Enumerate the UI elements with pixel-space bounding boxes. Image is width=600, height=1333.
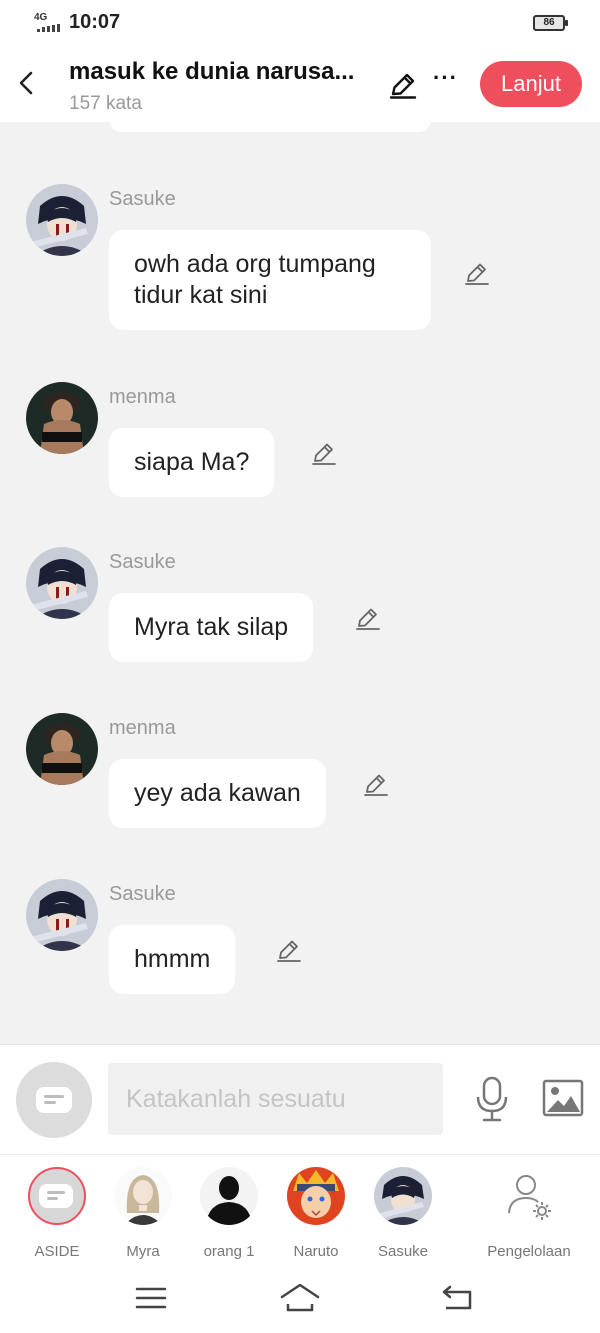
menu-button[interactable] — [131, 1280, 171, 1316]
system-nav-bar — [0, 1264, 600, 1333]
pencil-icon — [277, 940, 301, 962]
status-bar: 4G 10:07 86 — [0, 0, 600, 46]
avatar-sasuke[interactable] — [26, 184, 98, 256]
speaker-name: menma — [109, 386, 176, 408]
back-button[interactable] — [14, 66, 42, 100]
avatar-menma[interactable] — [26, 382, 98, 454]
speaker-name: Sasuke — [109, 883, 176, 905]
speaker-name: Sasuke — [109, 188, 176, 210]
signal-icon — [37, 24, 61, 32]
speaker-name: Sasuke — [109, 551, 176, 573]
pencil-icon — [312, 443, 336, 465]
myra-avatar — [114, 1167, 172, 1225]
home-button[interactable] — [280, 1280, 320, 1316]
next-button[interactable]: Lanjut — [480, 61, 582, 107]
aside-toggle-button[interactable] — [16, 1062, 92, 1138]
pencil-icon — [465, 263, 489, 285]
character-label: Sasuke — [377, 1243, 429, 1260]
manage-button[interactable]: Pengelolaan — [480, 1165, 578, 1260]
edit-title-button[interactable] — [388, 70, 418, 100]
network-type: 4G — [34, 12, 48, 23]
message-bubble-partial — [109, 122, 431, 132]
character-label: orang 1 — [203, 1243, 255, 1260]
page-title: masuk ke dunia narusa... — [69, 58, 355, 85]
message-bubble[interactable]: hmmm — [109, 925, 236, 994]
message-input[interactable] — [108, 1063, 443, 1135]
sasuke-avatar — [374, 1167, 432, 1225]
message-bubble[interactable]: yey ada kawan — [109, 759, 326, 828]
character-label: Pengelolaan — [487, 1243, 571, 1260]
character-label: ASIDE — [34, 1243, 80, 1260]
speaker-name: menma — [109, 717, 176, 739]
chat-area[interactable]: Sasuke owh ada org tumpang tidur kat sin… — [0, 122, 600, 1044]
pencil-icon — [356, 608, 380, 630]
character-aside[interactable]: ASIDE — [12, 1165, 102, 1260]
back-icon — [19, 71, 33, 95]
character-naruto[interactable]: Naruto — [271, 1165, 361, 1260]
menma-avatar-image — [26, 713, 98, 785]
edit-message-button[interactable] — [310, 439, 338, 467]
edit-message-button[interactable] — [362, 770, 390, 798]
edit-message-button[interactable] — [463, 259, 491, 287]
status-time: 10:07 — [69, 11, 121, 33]
word-count: 157 kata — [69, 93, 142, 114]
naruto-avatar — [287, 1167, 345, 1225]
character-label: Myra — [126, 1243, 160, 1260]
more-icon: ··· — [433, 65, 458, 90]
character-orang-1[interactable]: orang 1 — [184, 1165, 274, 1260]
pencil-icon — [364, 774, 388, 796]
aside-avatar — [28, 1167, 86, 1225]
character-sasuke[interactable]: Sasuke — [358, 1165, 448, 1260]
character-bar: ASIDE Myra orang 1 Naruto Sasuke Pengelo… — [0, 1154, 600, 1264]
mic-icon — [476, 1076, 508, 1122]
message-bubble[interactable]: siapa Ma? — [109, 428, 275, 497]
settings-user-icon — [508, 1175, 551, 1220]
aside-icon — [39, 1184, 73, 1208]
pencil-icon — [389, 73, 417, 99]
avatar-sasuke[interactable] — [26, 547, 98, 619]
back-nav-icon — [442, 1285, 472, 1310]
menu-icon — [135, 1287, 167, 1309]
back-nav-button[interactable] — [438, 1280, 478, 1316]
battery-level: 86 — [543, 17, 555, 28]
avatar-menma[interactable] — [26, 713, 98, 785]
more-button[interactable]: ··· — [433, 67, 461, 98]
battery-icon: 86 — [533, 15, 568, 31]
sasuke-avatar-image — [26, 879, 98, 951]
aside-icon — [36, 1087, 72, 1113]
sasuke-avatar-image — [26, 547, 98, 619]
character-label: Naruto — [293, 1243, 339, 1260]
message-bubble[interactable]: Myra tak silap — [109, 593, 314, 662]
mic-button[interactable] — [472, 1075, 512, 1123]
header: masuk ke dunia narusa... 157 kata ··· La… — [0, 46, 600, 122]
edit-message-button[interactable] — [354, 604, 382, 632]
message-bubble[interactable]: owh ada org tumpang tidur kat sini — [109, 230, 431, 330]
menma-avatar-image — [26, 382, 98, 454]
character-myra[interactable]: Myra — [98, 1165, 188, 1260]
orang-1-avatar — [200, 1167, 258, 1225]
home-icon — [280, 1283, 320, 1312]
image-button[interactable] — [542, 1079, 584, 1117]
avatar-sasuke[interactable] — [26, 879, 98, 951]
edit-message-button[interactable] — [275, 936, 303, 964]
composer — [0, 1044, 600, 1154]
sasuke-avatar-image — [26, 184, 98, 256]
image-icon — [542, 1079, 584, 1117]
